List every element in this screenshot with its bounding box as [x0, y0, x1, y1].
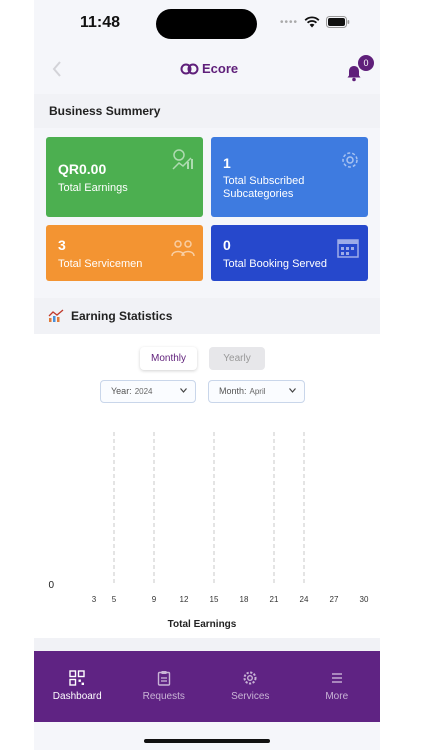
home-indicator: [144, 739, 270, 743]
chart-x-tick-label: 5: [112, 595, 117, 604]
business-summary-header: Business Summery: [34, 94, 380, 128]
chart-x-tick-label: 21: [270, 595, 279, 604]
earnings-icon: [172, 149, 193, 170]
status-icons: ••••: [280, 16, 350, 28]
menu-icon: [331, 673, 342, 683]
card-value: QR0.00: [58, 161, 107, 177]
logo-text: Ecore: [202, 61, 239, 76]
gear-icon: [243, 671, 257, 685]
status-time: 11:48: [80, 14, 121, 31]
year-select-label: Year:: [111, 386, 132, 396]
chart-x-axis-label: Total Earnings: [168, 619, 237, 630]
nav-label-services: Services: [231, 691, 270, 702]
notification-badge: 0: [358, 55, 374, 71]
content-bottom-band: [34, 638, 380, 651]
card-total-servicemen[interactable]: 3 Total Servicemen: [46, 225, 203, 281]
chart-x-tick-label: 15: [210, 595, 219, 604]
bottom-nav: Dashboard Requests Services More: [34, 651, 380, 722]
calendar-icon: [337, 239, 359, 258]
monthly-toggle-button[interactable]: Monthly: [140, 347, 197, 370]
chart-trend-icon: [48, 309, 64, 322]
earning-statistics-title: Earning Statistics: [71, 309, 173, 323]
year-select-value: 2024: [134, 387, 153, 396]
chart-y-tick-label: 0: [48, 580, 54, 591]
earning-chart-panel: Monthly Yearly Year: 2024 Month: April 0…: [34, 334, 380, 638]
card-label: Total Subscribed Subcategories: [223, 175, 305, 200]
business-summary-title: Business Summery: [49, 104, 161, 118]
phone-screen: 11:48 •••• Ecore 0 Business Summery QR0.…: [0, 0, 422, 750]
dynamic-island: [156, 9, 257, 39]
chart-x-tick-label: 24: [300, 595, 309, 604]
chevron-down-icon: [180, 388, 187, 393]
yearly-toggle-button[interactable]: Yearly: [209, 347, 265, 370]
year-select[interactable]: Year: 2024: [100, 380, 196, 403]
nav-label-dashboard: Dashboard: [52, 691, 102, 702]
chart-x-tick-label: 9: [152, 595, 157, 604]
card-value: 0: [223, 237, 231, 253]
clipboard-icon: [157, 671, 170, 686]
card-label: Total Earnings: [58, 182, 128, 194]
signal-icon: ••••: [279, 16, 298, 28]
chart-x-tick-label: 12: [180, 595, 189, 604]
card-value: 1: [223, 155, 231, 171]
card-label: Total Booking Served: [223, 258, 327, 270]
card-subscribed-subcategories[interactable]: 1 Total Subscribed Subcategories: [211, 137, 368, 217]
battery-icon: [326, 16, 350, 28]
status-bar: 11:48 ••••: [34, 0, 380, 48]
chart-x-tick-label: 30: [360, 595, 369, 604]
app-logo: Ecore: [180, 61, 238, 76]
earning-line-chart: 0 3 5 9 12 15 18 21 24 27 30 Total Earnings: [48, 432, 369, 630]
nav-item-dashboard[interactable]: Dashboard: [34, 651, 121, 722]
nav-label-more: More: [325, 691, 349, 702]
month-select-label: Month:: [219, 386, 247, 396]
nav-label-requests: Requests: [142, 691, 185, 702]
servicemen-icon: [171, 240, 195, 257]
card-total-earnings[interactable]: QR0.00 Total Earnings: [46, 137, 203, 217]
nav-item-requests[interactable]: Requests: [121, 651, 208, 722]
app-header: Ecore 0: [34, 48, 380, 92]
chart-x-tick-label: 18: [240, 595, 249, 604]
card-value: 3: [58, 237, 66, 253]
app-container: 11:48 •••• Ecore 0 Business Summery QR0.…: [34, 0, 380, 750]
logo-mark-icon: [180, 63, 199, 74]
earning-statistics-header: Earning Statistics: [34, 298, 380, 334]
nav-item-more[interactable]: More: [294, 651, 381, 722]
chevron-down-icon: [289, 388, 296, 393]
wifi-icon: [304, 16, 320, 28]
back-arrow-icon[interactable]: [50, 60, 64, 78]
month-select-value: April: [249, 387, 266, 396]
chart-x-tick-label: 3: [92, 595, 97, 604]
gear-icon: [342, 152, 358, 168]
nav-item-services[interactable]: Services: [207, 651, 294, 722]
chart-x-tick-label: 27: [330, 595, 339, 604]
card-total-booking-served[interactable]: 0 Total Booking Served: [211, 225, 368, 281]
month-select[interactable]: Month: April: [208, 380, 305, 403]
card-label: Total Servicemen: [58, 258, 143, 270]
dashboard-icon: [69, 670, 85, 686]
